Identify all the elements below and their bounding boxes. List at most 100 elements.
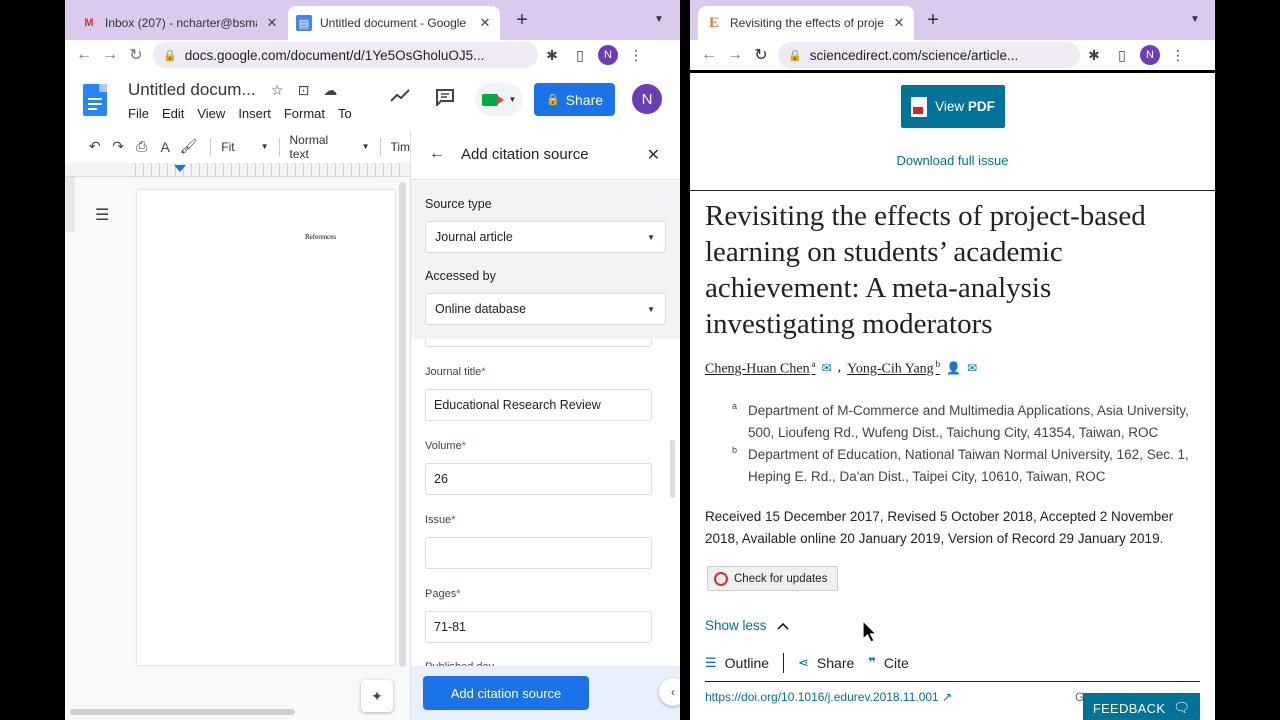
mouse-cursor-icon: [862, 620, 878, 643]
document-page[interactable]: References: [137, 190, 395, 665]
chevron-down-icon: ▼: [647, 232, 655, 242]
outline-button[interactable]: ☰ Outline: [705, 655, 783, 671]
style-select[interactable]: Normal text ▼: [289, 133, 369, 161]
tab-strip: E Revisiting the effects of project ✕ + …: [690, 0, 1215, 40]
affiliation-item: a Department of M-Commerce and Multimedi…: [732, 400, 1192, 443]
new-tab-icon[interactable]: +: [512, 10, 532, 30]
share-article-button[interactable]: ⋖ Share: [798, 655, 868, 671]
article-history: Received 15 December 2017, Revised 5 Oct…: [705, 509, 1174, 546]
extensions-icon[interactable]: ✱: [538, 47, 566, 64]
address-bar[interactable]: 🔒 docs.google.com/document/d/1Ye5OsGholu…: [153, 42, 538, 68]
author-link[interactable]: Cheng-Huan Chen a: [705, 359, 816, 378]
author-link[interactable]: Yong-Cih Yang b: [847, 359, 940, 378]
chevron-left-icon[interactable]: ‹: [659, 678, 680, 706]
show-less-toggle[interactable]: Show less: [705, 618, 789, 633]
star-icon[interactable]: ☆: [271, 82, 284, 99]
print-icon[interactable]: ⎙: [130, 138, 153, 155]
document-outline-icon[interactable]: ☰: [95, 205, 109, 225]
undo-icon[interactable]: ↶: [83, 138, 106, 155]
menu-insert[interactable]: Insert: [238, 106, 271, 121]
close-tab-icon[interactable]: ✕: [478, 15, 492, 31]
pages-input[interactable]: 71-81: [425, 611, 652, 643]
menu-file[interactable]: File: [128, 106, 149, 121]
profile-avatar[interactable]: N: [598, 45, 618, 65]
elsevier-icon: E: [708, 14, 719, 31]
issue-input[interactable]: [425, 537, 652, 569]
document-title[interactable]: Untitled docum...: [128, 80, 256, 100]
close-tab-icon[interactable]: ✕: [265, 15, 279, 31]
zoom-value: Fit: [221, 139, 235, 154]
redo-icon[interactable]: ↷: [106, 138, 129, 155]
feedback-button[interactable]: FEEDBACK 🗨: [1083, 693, 1200, 720]
profile-avatar[interactable]: N: [1140, 45, 1160, 65]
email-icon[interactable]: ✉: [822, 361, 832, 376]
view-pdf-button[interactable]: View PDF: [901, 85, 1005, 128]
menu-format[interactable]: Format: [284, 106, 325, 121]
account-avatar[interactable]: N: [632, 84, 662, 114]
ruler[interactable]: [65, 163, 410, 177]
check-for-updates-button[interactable]: Check for updates: [707, 566, 838, 591]
docs-logo-icon[interactable]: [83, 84, 107, 116]
docs-header: Untitled docum... ☆ ⊡ ☁ File Edit View I…: [65, 70, 680, 130]
panel-scrollbar[interactable]: [670, 440, 675, 498]
journal-title-input[interactable]: Educational Research Review: [425, 389, 652, 421]
activity-trend-icon[interactable]: [390, 88, 410, 109]
comments-icon[interactable]: [435, 88, 455, 111]
back-icon[interactable]: ←: [71, 46, 97, 64]
indent-marker[interactable]: [174, 165, 186, 172]
reload-icon[interactable]: ↻: [748, 45, 774, 65]
cite-button[interactable]: ❞ Cite: [868, 655, 923, 671]
horizontal-scrollbar[interactable]: [70, 709, 295, 715]
paint-format-icon[interactable]: 🖌: [177, 138, 200, 155]
menu-view[interactable]: View: [197, 106, 225, 121]
font-select[interactable]: Tim: [390, 140, 410, 154]
new-tab-icon[interactable]: +: [923, 10, 943, 30]
more-icon[interactable]: ⋮: [1164, 47, 1192, 64]
close-icon[interactable]: ✕: [647, 145, 660, 165]
author-list: Cheng-Huan Chen a ✉ , Yong-Cih Yang b 👤 ✉: [705, 359, 977, 378]
affiliation-item: b Department of Education, National Taiw…: [732, 444, 1192, 487]
partially-visible-input[interactable]: [425, 339, 652, 347]
cloud-status-icon[interactable]: ☁: [323, 82, 337, 99]
side-panel-icon[interactable]: ▯: [1108, 47, 1136, 64]
reload-icon[interactable]: ↻: [123, 45, 149, 65]
tab-docs[interactable]: ▤ Untitled document - Google Do ✕: [288, 6, 500, 40]
email-icon[interactable]: ✉: [967, 361, 977, 376]
volume-input[interactable]: 26: [425, 463, 652, 495]
explore-icon[interactable]: ✦: [361, 680, 393, 712]
title-icons: ☆ ⊡ ☁: [271, 82, 337, 99]
tab-gmail[interactable]: M Inbox (207) - ncharter@bsmart ✕: [73, 6, 287, 40]
accessed-by-select[interactable]: Online database ▼: [425, 293, 666, 325]
doi-link[interactable]: https://doi.org/10.1016/j.edurev.2018.11…: [705, 690, 952, 704]
menu-edit[interactable]: Edit: [162, 106, 184, 121]
tab-sciencedirect[interactable]: E Revisiting the effects of project ✕: [698, 6, 914, 40]
tab-search-icon[interactable]: ▼: [1190, 14, 1200, 25]
add-citation-source-button[interactable]: Add citation source: [423, 676, 589, 710]
forward-icon[interactable]: →: [97, 46, 123, 64]
menu-tools[interactable]: To: [338, 106, 352, 121]
person-icon[interactable]: 👤: [946, 361, 961, 376]
back-icon[interactable]: ←: [696, 46, 722, 64]
vertical-scrollbar[interactable]: [399, 182, 406, 667]
chevron-down-icon: ▼: [361, 142, 370, 151]
tab-title: Inbox (207) - ncharter@bsmart: [105, 16, 257, 30]
tab-search-icon[interactable]: ▼: [654, 14, 664, 25]
author-separator: ,: [837, 360, 842, 376]
toolbar-divider: [379, 137, 381, 156]
meet-button[interactable]: ▼: [475, 83, 523, 116]
close-tab-icon[interactable]: ✕: [892, 15, 906, 31]
more-icon[interactable]: ⋮: [622, 47, 650, 64]
spellcheck-icon[interactable]: A: [153, 139, 176, 155]
back-arrow-icon[interactable]: ←: [429, 145, 445, 163]
forward-icon[interactable]: →: [722, 46, 748, 64]
source-type-select[interactable]: Journal article ▼: [425, 221, 666, 253]
zoom-select[interactable]: Fit ▼: [221, 140, 268, 154]
address-bar[interactable]: 🔒 sciencedirect.com/science/article...: [778, 42, 1080, 68]
extensions-icon[interactable]: ✱: [1080, 47, 1108, 64]
download-full-issue-link[interactable]: Download full issue: [690, 153, 1215, 168]
font-value: Tim: [390, 139, 411, 154]
share-label: Share: [816, 655, 855, 671]
move-folder-icon[interactable]: ⊡: [298, 82, 310, 99]
side-panel-icon[interactable]: ▯: [566, 47, 594, 64]
share-button[interactable]: 🔒 Share: [534, 83, 615, 116]
